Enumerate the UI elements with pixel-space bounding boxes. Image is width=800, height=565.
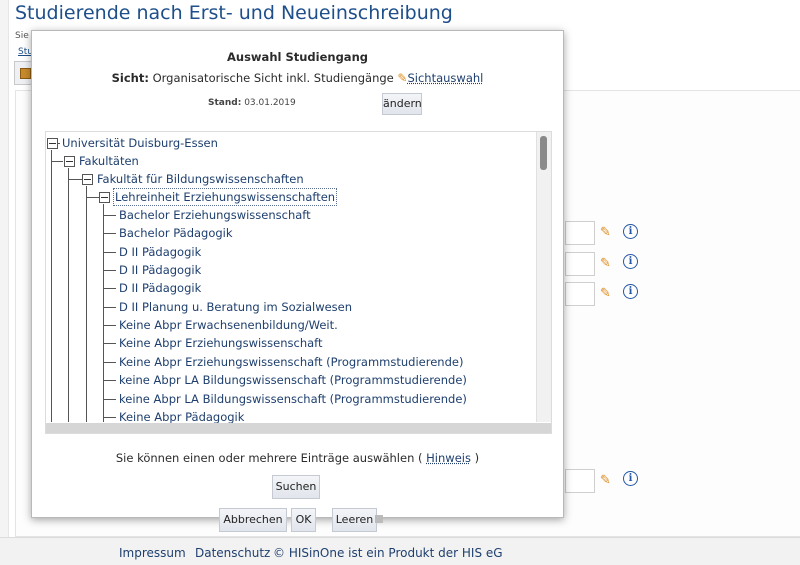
report-icon bbox=[20, 68, 31, 79]
filter-input[interactable] bbox=[565, 469, 595, 493]
tree-leaf[interactable]: Keine Abpr Erziehungswissenschaft (Progr… bbox=[119, 354, 463, 370]
tree-connector bbox=[103, 270, 116, 271]
filter-input[interactable] bbox=[565, 282, 595, 306]
view-value: Organisatorische Sicht inkl. Studiengäng… bbox=[152, 71, 394, 85]
tree-guide-line bbox=[68, 168, 69, 422]
view-label: Sicht: bbox=[111, 71, 149, 85]
filter-input[interactable] bbox=[565, 252, 595, 276]
collapse-toggle-icon[interactable] bbox=[64, 156, 75, 167]
tree-leaf[interactable]: Bachelor Erziehungswissenschaft bbox=[119, 207, 311, 223]
tree-leaf[interactable]: keine Abpr LA Bildungswissenschaft (Prog… bbox=[119, 391, 467, 407]
stand-label: Stand: bbox=[208, 98, 242, 108]
page-title: Studierende nach Erst- und Neueinschreib… bbox=[15, 2, 453, 24]
cancel-button[interactable]: Abbrechen bbox=[219, 508, 287, 532]
view-select-link[interactable]: Sichtauswahl bbox=[407, 71, 483, 85]
tree-connector bbox=[103, 417, 116, 418]
tree-connector bbox=[103, 288, 116, 289]
left-gutter bbox=[0, 0, 9, 537]
tree-leaf[interactable]: Keine Abpr Erwachsenenbildung/Weit. bbox=[119, 317, 338, 333]
stand-line: Stand: 03.01.2019 bbox=[208, 98, 296, 108]
dialog-title: Auswahl Studiengang bbox=[227, 50, 368, 64]
tree-connector bbox=[103, 307, 116, 308]
footer-datenschutz-link[interactable]: Datenschutz bbox=[195, 546, 270, 560]
tree-connector bbox=[68, 179, 82, 180]
info-icon[interactable]: i bbox=[623, 284, 638, 299]
resize-handle-icon[interactable] bbox=[375, 515, 383, 523]
tree-connector bbox=[86, 197, 99, 198]
tree-leaf[interactable]: D II Pädagogik bbox=[119, 244, 201, 260]
edit-pencil-icon[interactable]: ✎ bbox=[600, 286, 616, 302]
edit-pencil-icon: ✎ bbox=[397, 71, 408, 85]
course-tree[interactable]: Universität Duisburg-Essen Fakultäten Fa… bbox=[45, 131, 552, 434]
tree-connector bbox=[103, 362, 116, 363]
tree-leaf[interactable]: Keine Abpr Erziehungswissenschaft bbox=[119, 335, 323, 351]
tree-horizontal-scrollbar[interactable] bbox=[46, 423, 551, 433]
collapse-toggle-icon[interactable] bbox=[47, 138, 58, 149]
footer: Impressum Datenschutz © HISinOne ist ein… bbox=[0, 537, 800, 565]
scrollbar-thumb[interactable] bbox=[540, 136, 547, 170]
tree-vertical-scrollbar[interactable] bbox=[536, 132, 551, 422]
tree-node-faculty[interactable]: Fakultät für Bildungswissenschaften bbox=[97, 171, 304, 187]
course-selection-dialog: Auswahl Studiengang Sicht: Organisatoris… bbox=[31, 30, 564, 532]
hint-close: ) bbox=[474, 451, 480, 465]
tree-connector bbox=[51, 161, 63, 162]
footer-impressum-link[interactable]: Impressum bbox=[119, 546, 186, 560]
change-date-button[interactable]: ändern bbox=[382, 93, 422, 115]
tree-connector bbox=[103, 343, 116, 344]
tree-leaf[interactable]: D II Pädagogik bbox=[119, 262, 201, 278]
tree-node-root[interactable]: Universität Duisburg-Essen bbox=[62, 135, 218, 151]
hint-text: Sie können einen oder mehrere Einträge a… bbox=[115, 451, 423, 465]
collapse-toggle-icon[interactable] bbox=[99, 192, 110, 203]
tree-connector bbox=[103, 215, 116, 216]
info-icon[interactable]: i bbox=[623, 254, 638, 269]
tree-connector bbox=[103, 252, 116, 253]
tree-leaf[interactable]: Bachelor Pädagogik bbox=[119, 225, 233, 241]
filter-input[interactable] bbox=[565, 221, 595, 245]
hint-link[interactable]: Hinweis bbox=[426, 451, 471, 465]
tree-leaf[interactable]: D II Planung u. Beratung im Sozialwesen bbox=[119, 299, 352, 315]
edit-pencil-icon[interactable]: ✎ bbox=[600, 473, 616, 489]
info-icon[interactable]: i bbox=[623, 471, 638, 486]
tree-leaf[interactable]: keine Abpr LA Bildungswissenschaft (Prog… bbox=[119, 372, 467, 388]
tree-canvas: Universität Duisburg-Essen Fakultäten Fa… bbox=[46, 132, 536, 424]
view-line: Sicht: Organisatorische Sicht inkl. Stud… bbox=[32, 71, 563, 85]
tree-connector bbox=[103, 399, 116, 400]
tree-guide-line bbox=[51, 150, 52, 422]
tree-leaf[interactable]: D II Pädagogik bbox=[119, 280, 201, 296]
tree-guide-line bbox=[103, 204, 104, 422]
edit-pencil-icon[interactable]: ✎ bbox=[600, 225, 616, 241]
tree-node-teaching-unit[interactable]: Lehreinheit Erziehungswissenschaften bbox=[113, 188, 338, 206]
page-fragment-text: Sie bbox=[15, 31, 29, 41]
tree-guide-line bbox=[86, 186, 87, 422]
edit-pencil-icon[interactable]: ✎ bbox=[600, 256, 616, 272]
tree-connector bbox=[103, 325, 116, 326]
selection-hint: Sie können einen oder mehrere Einträge a… bbox=[32, 451, 563, 465]
info-icon[interactable]: i bbox=[623, 224, 638, 239]
collapse-toggle-icon[interactable] bbox=[82, 174, 93, 185]
tree-connector bbox=[103, 233, 116, 234]
footer-copyright: © HISinOne ist ein Produkt der HIS eG bbox=[273, 546, 503, 560]
ok-button[interactable]: OK bbox=[291, 508, 316, 532]
search-button[interactable]: Suchen bbox=[272, 475, 320, 499]
clear-button[interactable]: Leeren bbox=[332, 508, 377, 532]
tree-node-faculties[interactable]: Fakultäten bbox=[79, 153, 139, 169]
stand-date: 03.01.2019 bbox=[244, 98, 296, 108]
tree-connector bbox=[103, 380, 116, 381]
